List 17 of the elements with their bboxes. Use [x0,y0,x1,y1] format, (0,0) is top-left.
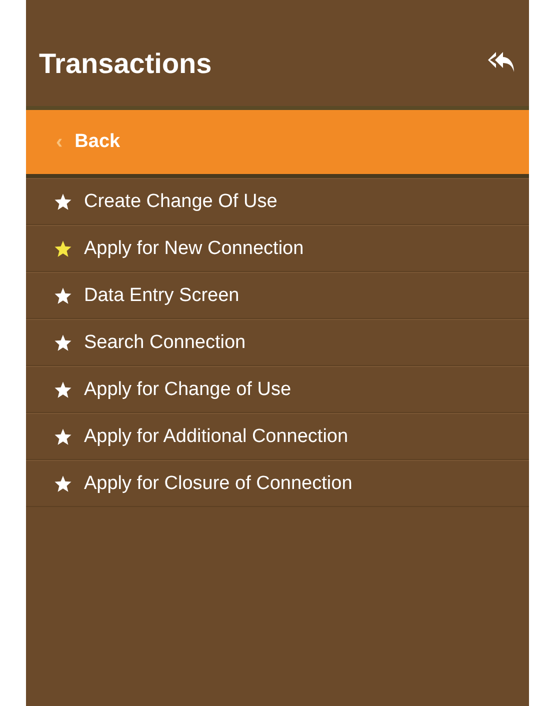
star-icon[interactable] [54,240,72,258]
star-icon[interactable] [54,428,72,446]
reply-all-icon[interactable] [487,50,515,74]
star-icon[interactable] [54,334,72,352]
menu-item[interactable]: Apply for Closure of Connection [26,460,529,507]
chevron-icon: ‹ [56,130,63,154]
panel-title: Transactions [39,48,212,80]
menu-item[interactable]: Data Entry Screen [26,272,529,319]
star-icon[interactable] [54,192,72,210]
menu-item[interactable]: Apply for Additional Connection [26,413,529,460]
star-icon[interactable] [54,380,72,398]
star-icon[interactable] [54,286,72,304]
menu-item[interactable]: Create Change Of Use [26,178,529,225]
menu-item[interactable]: Apply for New Connection [26,225,529,272]
menu-item[interactable]: Search Connection [26,319,529,366]
menu-item[interactable]: Apply for Change of Use [26,366,529,413]
star-icon[interactable] [54,474,72,492]
